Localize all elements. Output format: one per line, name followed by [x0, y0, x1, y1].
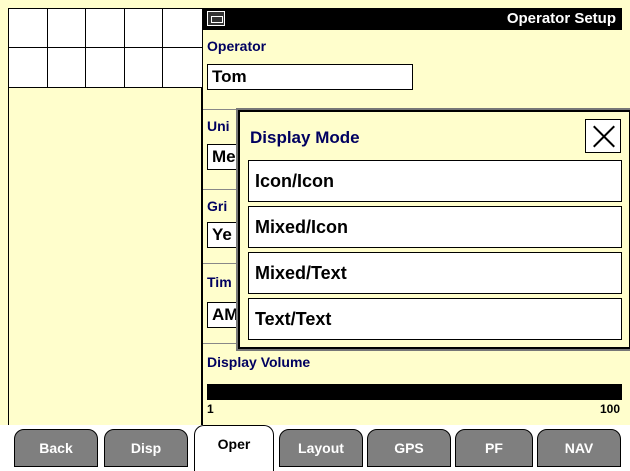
time-label: Tim: [207, 274, 232, 290]
grid-cell[interactable]: [47, 48, 87, 87]
tab-gps[interactable]: GPS: [367, 429, 451, 467]
dialog-title: Display Mode: [250, 128, 360, 147]
tab-layout[interactable]: Layout: [279, 429, 363, 467]
grid-cell[interactable]: [9, 9, 48, 48]
display-volume-label: Display Volume: [207, 354, 311, 370]
display-mode-dialog: Display Mode Icon/Icon Mixed/Icon Mixed/…: [238, 110, 630, 349]
grid-cell[interactable]: [163, 48, 202, 87]
tab-back[interactable]: Back: [14, 429, 98, 467]
grid-cell[interactable]: [124, 48, 164, 87]
tab-nav[interactable]: NAV: [537, 429, 621, 467]
display-icon: [207, 11, 225, 26]
option-mixed-icon[interactable]: Mixed/Icon: [248, 206, 622, 248]
tab-disp[interactable]: Disp: [104, 429, 188, 467]
screen: Operator Setup Operator Tom Uni Me Gri Y…: [0, 0, 630, 471]
tab-oper[interactable]: Oper: [194, 425, 274, 471]
left-panel: [8, 88, 203, 425]
grid-cell[interactable]: [9, 48, 48, 87]
grid-cell[interactable]: [124, 9, 164, 48]
option-mixed-text[interactable]: Mixed/Text: [248, 252, 622, 294]
grid-cell[interactable]: [47, 9, 87, 48]
grid-label: Gri: [207, 198, 228, 214]
grid-cell[interactable]: [86, 9, 125, 48]
page-title: Operator Setup: [506, 10, 616, 27]
grid-cell[interactable]: [163, 9, 202, 48]
display-volume-slider[interactable]: [207, 384, 622, 400]
left-grid: [8, 8, 203, 88]
tab-pf[interactable]: PF: [455, 429, 533, 467]
units-label: Uni: [207, 118, 230, 134]
volume-min-label: 1: [207, 402, 214, 416]
operator-label: Operator: [207, 38, 267, 54]
close-icon[interactable]: [585, 119, 621, 153]
operator-field[interactable]: Tom: [207, 64, 413, 90]
volume-max-label: 100: [599, 402, 620, 416]
tab-bar: Back Disp Oper Layout GPS PF NAV: [0, 425, 630, 471]
title-bar: Operator Setup: [203, 8, 622, 30]
operator-section: Operator Tom: [203, 30, 622, 110]
grid-cell[interactable]: [86, 48, 125, 87]
option-icon-icon[interactable]: Icon/Icon: [248, 160, 622, 202]
option-text-text[interactable]: Text/Text: [248, 298, 622, 340]
